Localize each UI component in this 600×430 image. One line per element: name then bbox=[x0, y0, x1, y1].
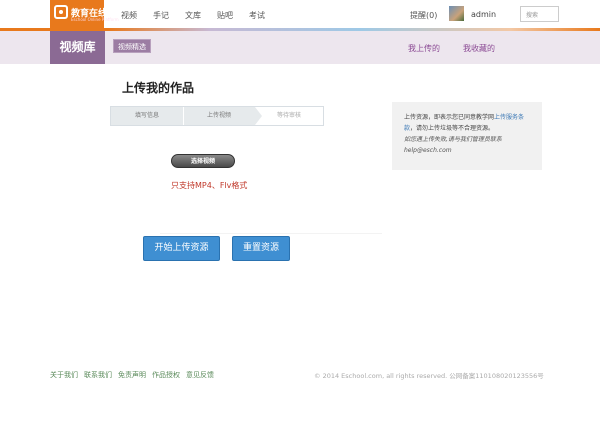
notice-text: 上传资源，即表示您已同意教学网上传服务条款，请勿上传垃圾等不合理资源。 bbox=[404, 112, 532, 134]
avatar[interactable] bbox=[449, 6, 464, 21]
nav-item-video[interactable]: 视频 bbox=[121, 10, 137, 21]
notice-email[interactable]: help@esch.com bbox=[404, 145, 532, 156]
nav-item-library[interactable]: 文库 bbox=[185, 10, 201, 21]
reset-button[interactable]: 重置资源 bbox=[232, 236, 290, 261]
top-navigation-bar: 教育在线 Eschool Online Platform 视频 手记 文库 贴吧… bbox=[0, 0, 600, 28]
featured-videos-tab[interactable]: 视频精选 bbox=[113, 39, 151, 53]
start-upload-button[interactable]: 开始上传资源 bbox=[143, 236, 220, 261]
notice-contact: 如您遇上传失败,请与我们管理员联系 bbox=[404, 136, 502, 143]
footer-link-contact[interactable]: 联系我们 bbox=[84, 370, 112, 380]
select-video-button[interactable]: 选择视频 bbox=[171, 154, 235, 168]
step-await-review: 等待审核 bbox=[255, 107, 323, 125]
reminder-link[interactable]: 提醒(0) bbox=[410, 10, 437, 21]
section-header: 视频库 视频精选 我上传的 我收藏的 bbox=[0, 31, 600, 64]
divider bbox=[160, 233, 382, 234]
my-favorites-link[interactable]: 我收藏的 bbox=[463, 43, 495, 54]
step-fill-info: 填写信息 bbox=[111, 107, 183, 125]
nav-item-notes[interactable]: 手记 bbox=[153, 10, 169, 21]
format-note: 只支持MP4、Flv格式 bbox=[171, 181, 248, 190]
search-input[interactable]: 搜索 bbox=[520, 6, 559, 22]
footer-link-license[interactable]: 作品授权 bbox=[152, 370, 180, 380]
copyright-text: © 2014 Eschool.com, all rights reserved.… bbox=[314, 372, 544, 380]
upload-steps: 填写信息 上传视频 等待审核 bbox=[110, 106, 324, 126]
username-link[interactable]: admin bbox=[471, 10, 496, 19]
step-arrow-icon bbox=[255, 107, 262, 125]
step-upload-video: 上传视频 bbox=[183, 107, 255, 125]
notice-text-b: ，请勿上传垃圾等不合理资源。 bbox=[410, 125, 495, 132]
nav-item-forum[interactable]: 贴吧 bbox=[217, 10, 233, 21]
my-uploads-link[interactable]: 我上传的 bbox=[408, 43, 440, 54]
footer-link-feedback[interactable]: 意见反馈 bbox=[186, 370, 214, 380]
site-logo[interactable]: 教育在线 Eschool Online Platform bbox=[50, 0, 119, 28]
footer-link-disclaimer[interactable]: 免责声明 bbox=[118, 370, 146, 380]
notice-text-a: 上传资源，即表示您已同意教学网 bbox=[404, 114, 495, 121]
upload-notice-panel: 上传资源，即表示您已同意教学网上传服务条款，请勿上传垃圾等不合理资源。 如您遇上… bbox=[392, 102, 542, 170]
page-title: 上传我的作品 bbox=[122, 81, 195, 95]
nav-item-exam[interactable]: 考试 bbox=[249, 10, 265, 21]
step-divider bbox=[183, 107, 184, 125]
logo-icon bbox=[54, 5, 68, 19]
section-title[interactable]: 视频库 bbox=[50, 31, 105, 64]
logo-tagline: Eschool Online Platform bbox=[71, 17, 119, 22]
footer-link-about[interactable]: 关于我们 bbox=[50, 370, 78, 380]
